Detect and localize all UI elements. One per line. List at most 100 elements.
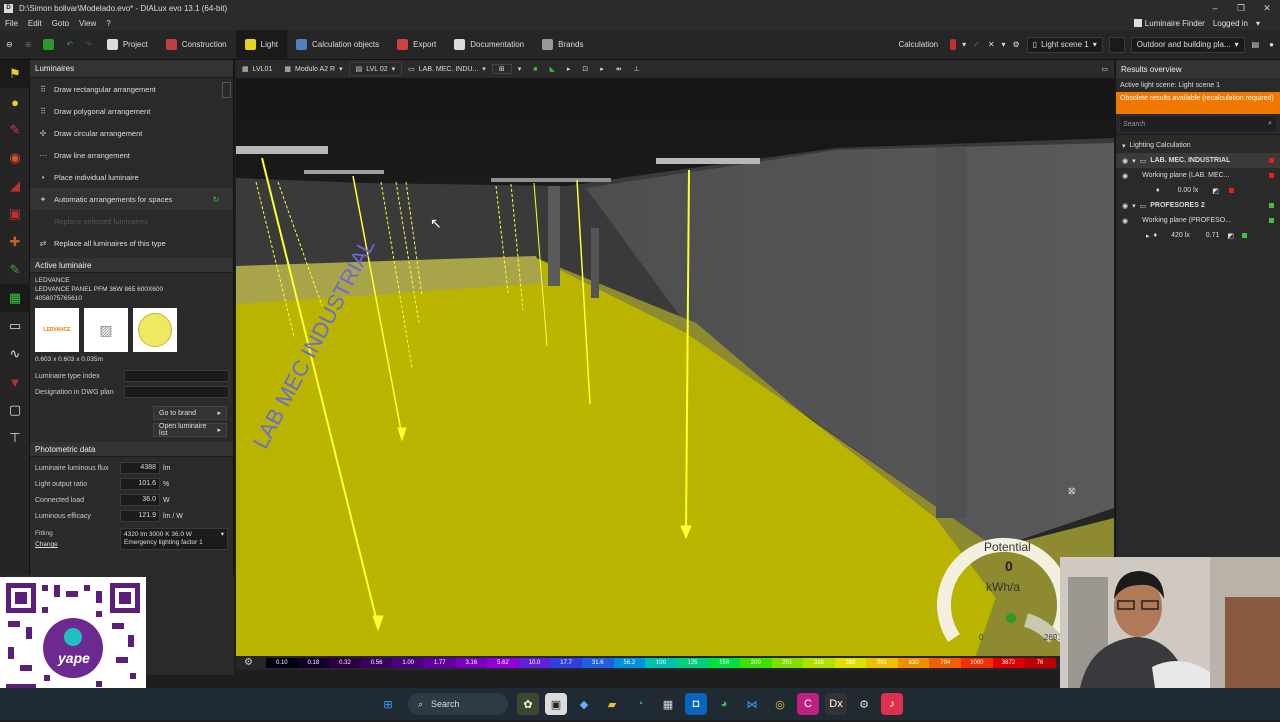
calculation-button[interactable]: Calculation xyxy=(890,30,948,60)
fitting-select[interactable]: 4320 lm 3000 K 36.0 W Emergency lighting… xyxy=(120,528,228,550)
curve-tool-icon[interactable]: ∿ xyxy=(0,340,30,368)
draw-circular-arrangement-button[interactable]: ✣ Draw circular arrangement xyxy=(30,122,233,144)
color-tool-icon[interactable]: ◉ xyxy=(0,144,30,172)
edit-icon[interactable]: ◩ xyxy=(1212,187,1219,195)
eye-icon[interactable]: ◉ xyxy=(1122,157,1128,165)
product-image-icon[interactable]: ▨ xyxy=(84,308,128,352)
place-individual-luminaire-button[interactable]: • Place individual luminaire xyxy=(30,166,233,188)
panel-scrollbar[interactable] xyxy=(222,82,231,98)
measure-tool-icon[interactable]: ◢ xyxy=(0,172,30,200)
tree-value-profesores[interactable]: ▸ ♦ 420 lx 0.71 ◩ xyxy=(1116,228,1280,243)
canva-icon[interactable]: C xyxy=(797,693,819,715)
gear-icon[interactable]: ⚙ xyxy=(1009,30,1024,60)
3d-viewport[interactable]: LAB MEC INDUSTRIAL ↖ ✕ Potential 0 kWh/a… xyxy=(236,78,1114,656)
automatic-arrangements-button[interactable]: ✦ Automatic arrangements for spaces ↻ xyxy=(30,188,233,210)
luminaires-tool-icon[interactable]: ⚑ xyxy=(0,60,30,88)
tab-light[interactable]: Light xyxy=(235,29,287,60)
chevron-down-icon[interactable]: ▾ xyxy=(999,30,1009,60)
module-selector[interactable]: ▦ Modulo A2 R ▾ xyxy=(278,65,348,74)
menu-view[interactable]: View xyxy=(74,19,101,28)
start-icon[interactable]: ⊞ xyxy=(377,693,399,715)
tree-lighting-calculation[interactable]: ▾ Lighting Calculation xyxy=(1116,138,1280,153)
tree-working-plane-lab[interactable]: ◉ Working plane (LAB. MEC... xyxy=(1116,168,1280,183)
tab-calculation-objects[interactable]: Calculation objects xyxy=(287,30,388,60)
mode-select[interactable]: Outdoor and building pla... ▾ xyxy=(1130,36,1245,53)
minimize-icon[interactable]: – xyxy=(1202,0,1228,16)
settings-icon[interactable]: ⚙ xyxy=(853,693,875,715)
widgets-icon[interactable]: ✿ xyxy=(517,693,539,715)
chevron-down-icon[interactable]: ▾ xyxy=(959,30,969,60)
layout-icon[interactable]: ▤ xyxy=(1248,30,1264,60)
edit-icon[interactable]: ◩ xyxy=(1227,232,1234,240)
section-icon[interactable]: ⊥ xyxy=(628,65,646,73)
tools-tool-icon[interactable]: ✚ xyxy=(0,228,30,256)
results-search-input[interactable]: Search ⌕ xyxy=(1120,117,1276,131)
logged-in-menu[interactable]: Logged in xyxy=(1213,19,1248,28)
taskbar-search[interactable]: ⌕ Search xyxy=(408,693,508,715)
eye-icon[interactable]: ◉ xyxy=(1122,202,1128,210)
fit-view-icon[interactable]: ⊡ xyxy=(576,65,594,73)
tree-room-lab-mec[interactable]: ◉ ▾ ▭ LAB. MEC. INDUSTRIAL xyxy=(1116,153,1280,168)
close-icon[interactable]: ✕ xyxy=(1067,485,1076,498)
chevron-right-icon[interactable]: ▸ xyxy=(594,65,610,73)
outlook-icon[interactable]: ◘ xyxy=(685,693,707,715)
obsolete-results-warning[interactable]: Obsolete results available (recalculatio… xyxy=(1116,92,1280,114)
level-selector[interactable]: ▤ LVL 02 ▾ xyxy=(348,62,403,76)
forward-icon[interactable]: ⊕ xyxy=(19,30,38,60)
draw-polygonal-arrangement-button[interactable]: ⠿ Draw polygonal arrangement xyxy=(30,100,233,122)
copilot-icon[interactable]: ◆ xyxy=(573,693,595,715)
save-icon[interactable] xyxy=(37,30,60,60)
store-icon[interactable]: ▦ xyxy=(657,693,679,715)
light-distribution-icon[interactable] xyxy=(133,308,177,352)
whatsapp-icon[interactable]: ◕ xyxy=(713,693,735,715)
bulb-tool-icon[interactable]: ● xyxy=(0,88,30,116)
tree-working-plane-profesores[interactable]: ◉ Working plane (PROFESO... xyxy=(1116,213,1280,228)
light-scene-select[interactable]: ▯ Light scene 1 ▾ xyxy=(1026,36,1103,53)
filter-tool-icon[interactable]: ▼ xyxy=(0,368,30,396)
copy-tool-icon[interactable]: ▭ xyxy=(0,312,30,340)
draw-line-arrangement-button[interactable]: ⋯ Draw line arrangement xyxy=(30,144,233,166)
tab-construction[interactable]: Construction xyxy=(157,30,236,60)
menu-file[interactable]: File xyxy=(0,19,23,28)
vscode-icon[interactable]: ⋈ xyxy=(741,693,763,715)
hierarchy-tool-icon[interactable]: ⊤ xyxy=(0,424,30,452)
measure-icon[interactable]: ⇹ xyxy=(610,65,628,73)
user-icon[interactable]: ● xyxy=(1263,30,1280,60)
menu-edit[interactable]: Edit xyxy=(23,19,47,28)
replace-all-luminaires-button[interactable]: ⇄ Replace all luminaires of this type xyxy=(30,232,233,254)
close-icon[interactable]: ✕ xyxy=(1254,0,1280,16)
calculation-status-icon[interactable] xyxy=(947,30,959,60)
scene-options-button[interactable] xyxy=(1108,36,1125,53)
undo-icon[interactable]: ↶ xyxy=(60,30,79,60)
grid-view-icon[interactable]: ⊞ xyxy=(491,64,512,74)
menu-help[interactable]: ? xyxy=(101,19,115,28)
back-icon[interactable]: ⊖ xyxy=(0,30,19,60)
draw-rectangular-arrangement-button[interactable]: ⠿ Draw rectangular arrangement xyxy=(30,78,233,100)
gear-icon[interactable]: ⚙ xyxy=(244,657,253,668)
tree-room-profesores[interactable]: ◉ ▾ ▭ PROFESORES 2 xyxy=(1116,198,1280,213)
dialux-icon[interactable]: Dx xyxy=(825,693,847,715)
select-tool-icon[interactable]: ✎ xyxy=(0,256,30,284)
edge-icon[interactable]: ◔ xyxy=(629,693,651,715)
frame-tool-icon[interactable]: ▢ xyxy=(0,396,30,424)
eye-icon[interactable]: ◉ xyxy=(1122,172,1128,180)
tab-documentation[interactable]: Documentation xyxy=(445,30,533,60)
chevron-right-icon[interactable]: ▸ xyxy=(561,65,577,73)
type-index-input[interactable] xyxy=(124,370,229,382)
3d-view-icon[interactable]: ■ xyxy=(527,66,543,73)
dwg-designation-input[interactable] xyxy=(124,386,229,398)
tab-brands[interactable]: Brands xyxy=(533,30,592,60)
grid-tool-icon[interactable]: ▦ xyxy=(0,284,30,312)
edit-tool-icon[interactable]: ▣ xyxy=(0,200,30,228)
tree-value-lab[interactable]: ♦ 0.00 lx ◩ xyxy=(1116,183,1280,198)
close-icon[interactable]: ✕ xyxy=(984,30,999,60)
go-to-brand-button[interactable]: Go to brand ▸ xyxy=(153,406,227,420)
luminaire-finder-button[interactable]: Luminaire Finder xyxy=(1133,19,1205,28)
chevron-down-icon[interactable]: ▾ xyxy=(512,65,528,73)
file-explorer-icon[interactable]: ▰ xyxy=(601,693,623,715)
chrome-icon[interactable]: ◎ xyxy=(769,693,791,715)
room-selector[interactable]: ▭ LAB. MEC. INDU... ▾ xyxy=(402,65,492,74)
storey-selector[interactable]: ▦ LVL01 xyxy=(236,65,278,74)
tab-export[interactable]: Export xyxy=(388,30,445,60)
replace-selected-luminaires-button[interactable]: Replace selected luminaires xyxy=(30,210,233,232)
